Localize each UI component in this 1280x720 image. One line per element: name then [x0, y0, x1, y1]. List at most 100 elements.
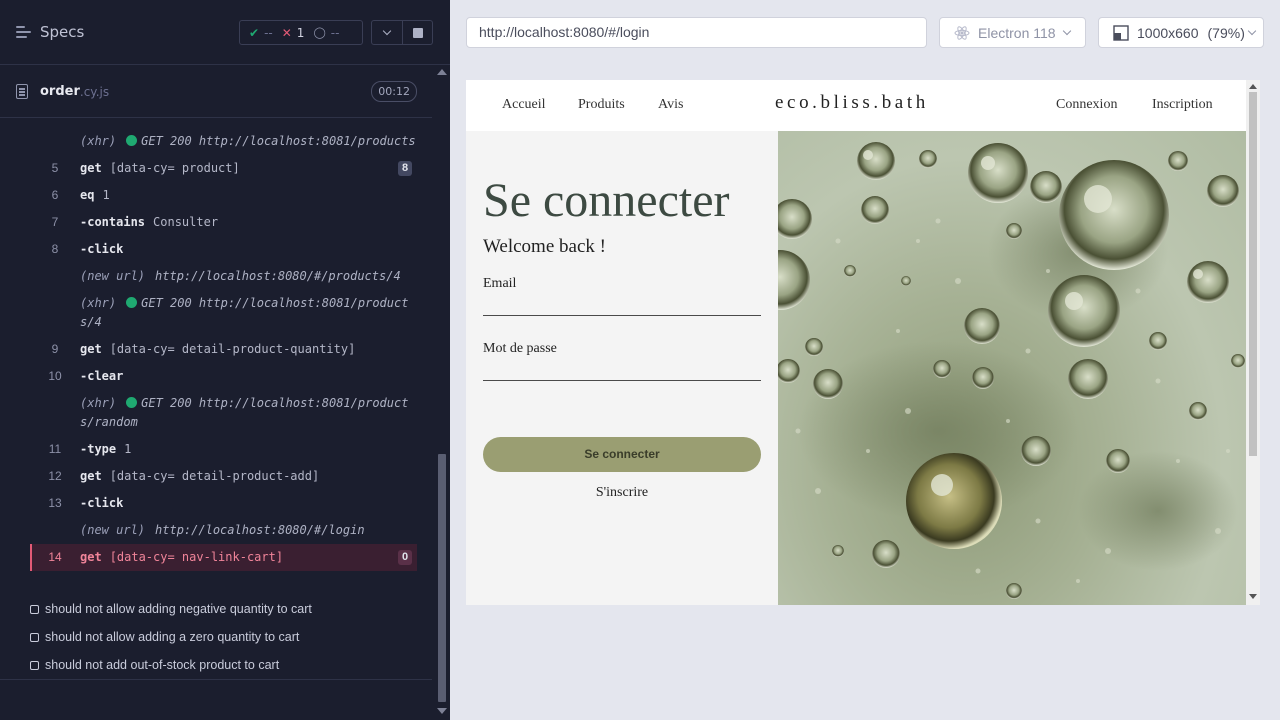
command-event-type: (new url) [80, 269, 146, 283]
command-log-row[interactable]: 10 -clear [30, 363, 417, 390]
browser-selector[interactable]: Electron 118 [939, 17, 1086, 48]
url-bar[interactable]: http://localhost:8080/#/login [466, 17, 927, 48]
command-number: 13 [48, 496, 62, 510]
stop-button[interactable] [403, 20, 433, 45]
command-log-event[interactable]: (new url) http://localhost:8080/#/login [30, 517, 417, 544]
scroll-up-icon[interactable] [1249, 84, 1257, 89]
status-dot-icon [126, 397, 138, 408]
command-message: [data-cy= nav-link-cart] [109, 550, 284, 564]
command-message: http://localhost:8080/#/login [155, 523, 365, 537]
login-title: Se connecter [483, 174, 730, 227]
nav-link-login[interactable]: Connexion [1056, 97, 1117, 113]
command-message: [data-cy= detail-product-add] [109, 469, 320, 483]
login-submit-button[interactable]: Se connecter [483, 437, 761, 472]
command-body: (xhr) GET 200 http://localhost:8081/produ… [80, 132, 416, 151]
stop-icon [412, 27, 423, 38]
test-item[interactable]: should not allow adding a zero quantity … [30, 630, 299, 644]
command-name: -click [80, 242, 124, 256]
email-label: Email [483, 276, 517, 291]
welcome-text: Welcome back ! [483, 236, 606, 257]
test-item[interactable]: should not allow adding negative quantit… [30, 602, 312, 616]
command-body: -click [80, 494, 131, 513]
command-message: http://localhost:8080/#/products/4 [155, 269, 401, 283]
nav-link-home[interactable]: Accueil [502, 97, 546, 113]
app-under-test: Accueil Produits Avis eco.bliss.bath Con… [466, 80, 1260, 605]
passed-stat: ✔ -- [249, 25, 273, 40]
nav-link-products[interactable]: Produits [578, 97, 625, 113]
scroll-down-icon[interactable] [437, 708, 447, 714]
command-log-row[interactable]: 5 get [data-cy= product] 8 [30, 155, 417, 182]
nav-link-reviews[interactable]: Avis [658, 97, 683, 113]
command-log-event[interactable]: (xhr) GET 200 http://localhost:8081/produ… [30, 128, 417, 155]
test-status-icon [30, 632, 39, 642]
aut-scrollbar-thumb[interactable] [1249, 92, 1257, 456]
scroll-up-icon[interactable] [437, 69, 447, 75]
command-log-row[interactable]: 12 get [data-cy= detail-product-add] [30, 463, 417, 490]
test-status-icon [30, 660, 39, 670]
specs-list-icon[interactable] [16, 26, 31, 38]
reporter-header: Specs ✔ -- ✕ 1 ◯ -- [0, 0, 450, 65]
pending-stat: ◯ -- [313, 25, 340, 40]
command-event-type: (new url) [80, 523, 146, 537]
command-body: (xhr) GET 200 http://localhost:8081/produ… [80, 394, 417, 432]
viewport-scale: (79%) [1207, 24, 1245, 41]
check-icon: ✔ [249, 25, 260, 40]
command-message: 1 [102, 188, 110, 202]
command-log-row[interactable]: 8 -click [30, 236, 417, 263]
command-log-row[interactable]: 13 -click [30, 490, 417, 517]
pending-icon: ◯ [313, 26, 326, 39]
command-name: -contains [80, 215, 146, 229]
spec-file-row[interactable]: order .cy.js 00:12 [0, 66, 432, 118]
command-number [30, 132, 80, 151]
viewport-selector[interactable]: 1000x660 (79%) [1098, 17, 1264, 48]
command-body: -contains Consulter [80, 213, 218, 232]
command-log-row[interactable]: 9 get [data-cy= detail-product-quantity] [30, 336, 417, 363]
nav-link-register[interactable]: Inscription [1152, 97, 1213, 113]
command-log-row[interactable]: 7 -contains Consulter [30, 209, 417, 236]
command-number: 8 [51, 242, 59, 256]
expand-collapse-button[interactable] [371, 20, 403, 45]
status-dot-icon [126, 297, 138, 308]
test-item[interactable]: should not add out-of-stock product to c… [30, 658, 279, 672]
viewport-size: 1000x660 [1137, 24, 1199, 41]
command-log-row[interactable]: 11 -type 1 [30, 436, 417, 463]
command-log-event[interactable]: (xhr) GET 200 http://localhost:8081/produ… [30, 390, 417, 436]
command-name: -clear [80, 369, 124, 383]
specs-title[interactable]: Specs [40, 23, 84, 41]
reporter-scrollbar-thumb[interactable] [438, 454, 446, 702]
command-log-row[interactable]: 14 get [data-cy= nav-link-cart] 0 [30, 544, 417, 571]
test-status-icon [30, 604, 39, 614]
command-log-event[interactable]: (new url) http://localhost:8080/#/product… [30, 263, 417, 290]
command-number [30, 394, 80, 432]
command-body: get [data-cy= nav-link-cart] [80, 548, 283, 567]
command-number: 9 [51, 342, 59, 356]
password-field[interactable] [483, 380, 761, 381]
command-number: 6 [51, 188, 59, 202]
command-number: 14 [48, 550, 62, 564]
command-name: get [80, 550, 102, 564]
test-stats: ✔ -- ✕ 1 ◯ -- [239, 20, 363, 45]
bubbles-illustration [778, 142, 1245, 599]
chevron-down-icon [382, 26, 392, 35]
command-body: (new url) http://localhost:8080/#/product… [80, 267, 401, 286]
email-field[interactable] [483, 315, 761, 316]
spec-extension: .cy.js [79, 84, 110, 99]
command-message: 1 [124, 442, 132, 456]
command-message: Consulter [153, 215, 219, 229]
command-number: 7 [51, 215, 59, 229]
command-log-row[interactable]: 6 eq 1 [30, 182, 417, 209]
command-name: get [80, 342, 102, 356]
command-log-event[interactable]: (xhr) GET 200 http://localhost:8081/produ… [30, 290, 417, 336]
command-event-type: (xhr) [80, 296, 117, 310]
command-event-type: (xhr) [80, 396, 117, 410]
command-body: get [data-cy= detail-product-add] [80, 467, 319, 486]
command-number: 5 [51, 161, 59, 175]
site-logo[interactable]: eco.bliss.bath [775, 92, 929, 114]
command-name: get [80, 469, 102, 483]
command-name: get [80, 161, 102, 175]
x-icon: ✕ [281, 25, 292, 40]
command-number: 10 [48, 369, 62, 383]
scroll-down-icon[interactable] [1249, 594, 1257, 599]
register-link[interactable]: S'inscrire [466, 485, 778, 501]
chevron-down-icon [1062, 26, 1071, 35]
